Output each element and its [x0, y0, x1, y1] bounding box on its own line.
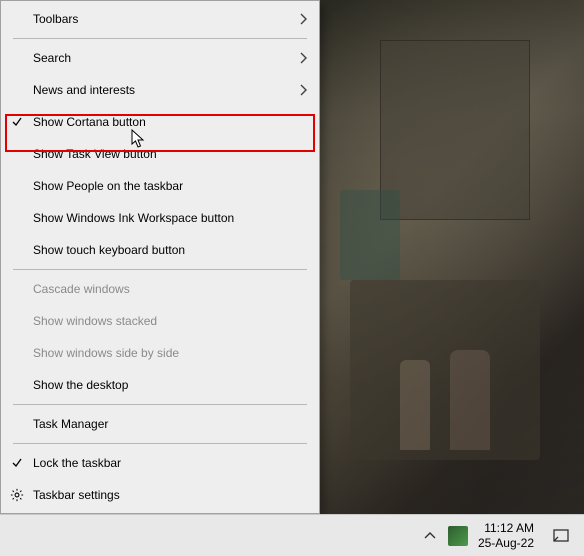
menu-label: Toolbars: [33, 12, 289, 26]
checkmark-icon: [1, 457, 33, 469]
menu-label: Show Windows Ink Workspace button: [33, 211, 289, 225]
menu-item-show-ink[interactable]: Show Windows Ink Workspace button: [1, 202, 319, 234]
tray-chevron-up-icon[interactable]: [418, 528, 442, 544]
menu-item-lock-taskbar[interactable]: Lock the taskbar: [1, 447, 319, 479]
menu-label: Search: [33, 51, 289, 65]
menu-label: Lock the taskbar: [33, 456, 289, 470]
checkmark-icon: [1, 116, 33, 128]
menu-item-sidebyside: Show windows side by side: [1, 337, 319, 369]
separator: [13, 404, 307, 405]
menu-item-task-manager[interactable]: Task Manager: [1, 408, 319, 440]
chevron-right-icon: [289, 84, 307, 96]
clock-date: 25-Aug-22: [478, 536, 534, 551]
notifications-icon[interactable]: [544, 523, 578, 549]
chevron-right-icon: [289, 13, 307, 25]
menu-label: News and interests: [33, 83, 289, 97]
menu-item-show-touch-keyboard[interactable]: Show touch keyboard button: [1, 234, 319, 266]
menu-label: Show windows stacked: [33, 314, 289, 328]
menu-item-show-cortana[interactable]: Show Cortana button: [1, 106, 319, 138]
menu-label: Show Cortana button: [33, 115, 289, 129]
gear-icon: [1, 488, 33, 502]
separator: [13, 443, 307, 444]
menu-item-toolbars[interactable]: Toolbars: [1, 3, 319, 35]
tray-app-icon[interactable]: [448, 526, 468, 546]
menu-item-news-interests[interactable]: News and interests: [1, 74, 319, 106]
taskbar-context-menu: Toolbars Search News and interests Show …: [0, 0, 320, 514]
separator: [13, 38, 307, 39]
menu-item-show-taskview[interactable]: Show Task View button: [1, 138, 319, 170]
chevron-right-icon: [289, 52, 307, 64]
taskbar-clock[interactable]: 11:12 AM 25-Aug-22: [474, 521, 538, 551]
menu-item-stacked: Show windows stacked: [1, 305, 319, 337]
menu-label: Show the desktop: [33, 378, 289, 392]
menu-item-taskbar-settings[interactable]: Taskbar settings: [1, 479, 319, 511]
menu-item-show-desktop[interactable]: Show the desktop: [1, 369, 319, 401]
menu-label: Show Task View button: [33, 147, 289, 161]
menu-label: Task Manager: [33, 417, 289, 431]
menu-label: Show People on the taskbar: [33, 179, 289, 193]
menu-label: Show touch keyboard button: [33, 243, 289, 257]
menu-label: Taskbar settings: [33, 488, 289, 502]
separator: [13, 269, 307, 270]
clock-time: 11:12 AM: [484, 521, 534, 536]
taskbar[interactable]: 11:12 AM 25-Aug-22: [0, 514, 584, 556]
menu-item-cascade: Cascade windows: [1, 273, 319, 305]
menu-label: Show windows side by side: [33, 346, 289, 360]
menu-label: Cascade windows: [33, 282, 289, 296]
menu-item-search[interactable]: Search: [1, 42, 319, 74]
menu-item-show-people[interactable]: Show People on the taskbar: [1, 170, 319, 202]
